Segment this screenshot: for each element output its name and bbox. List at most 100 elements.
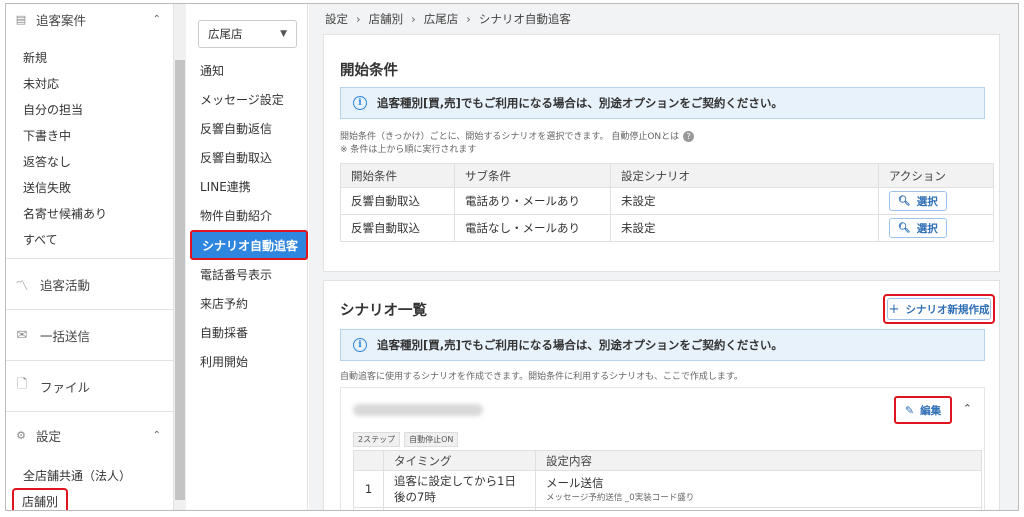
card-title: 開始条件 xyxy=(340,63,398,79)
button-label: 編集 xyxy=(920,404,942,417)
table-header: タイミング 設定内容 xyxy=(353,450,982,471)
cell: 1 xyxy=(353,470,384,508)
nav-item-send-failed[interactable]: 送信失敗 xyxy=(6,174,173,200)
breadcrumb-per-store[interactable]: 店舗別 xyxy=(369,11,404,27)
note: 自動追客に使用するシナリオを作成できます。開始条件に利用するシナリオも、ここで作… xyxy=(340,372,743,382)
nav-item-per-store-wrap[interactable]: 店舗別 xyxy=(6,487,173,510)
chevron-up-icon[interactable]: ⌃ xyxy=(963,402,972,415)
divider xyxy=(6,258,173,259)
submenu-line[interactable]: LINE連携 xyxy=(186,172,307,201)
tag-steps: 2ステップ xyxy=(353,432,401,447)
app-window: ▤ 追客案件 ⌃ 新規 未対応 自分の担当 下書き中 返答なし 送信失敗 名寄せ… xyxy=(5,3,1019,511)
chevron-up-icon[interactable]: ⌃ xyxy=(153,430,161,441)
note: 開始条件（きっかけ）ごとに、開始するシナリオを選択できます。 自動停止ONとは? xyxy=(340,129,695,142)
info-text: 追客種別[買,売]でもご利用になる場合は、別途オプションをご契約ください。 xyxy=(377,96,783,110)
button-label: 選択 xyxy=(916,222,938,235)
submenu-auto-reply[interactable]: 反響自動返信 xyxy=(186,114,307,143)
nav-scrollbar[interactable] xyxy=(174,4,186,510)
plus-icon: + xyxy=(888,301,900,317)
nav-item-merge-candidates[interactable]: 名寄せ候補あり xyxy=(6,200,173,226)
submenu-visit-booking[interactable]: 来店予約 xyxy=(186,289,307,318)
nav-followup-activity[interactable]: 〽 追客活動 xyxy=(6,265,173,303)
store-select[interactable]: 広尾店 ▼ xyxy=(198,20,297,48)
help-icon[interactable]: ? xyxy=(683,131,695,142)
breadcrumb-current: シナリオ自動追客 xyxy=(478,12,571,26)
search-icon: 🔍︎ xyxy=(898,195,911,207)
button-label: 選択 xyxy=(916,195,938,208)
search-icon: 🔍︎ xyxy=(898,222,911,234)
nav-item-all-stores[interactable]: 全店舗共通（法人） xyxy=(6,462,173,488)
cell: 電話あり・メールあり xyxy=(454,187,611,215)
activity-icon: 〽 xyxy=(15,278,29,294)
select-button[interactable]: 🔍︎ 選択 xyxy=(889,191,947,211)
nav-section-followup[interactable]: ▤ 追客案件 ⌃ xyxy=(6,4,173,34)
submenu-scenario-followup[interactable]: シナリオ自動追客 xyxy=(190,230,308,260)
info-icon: i xyxy=(353,96,367,110)
button-label: シナリオ新規作成 xyxy=(905,303,990,316)
submenu-phone-display[interactable]: 電話番号表示 xyxy=(186,260,307,289)
edit-button[interactable]: ✎ 編集 xyxy=(894,396,952,424)
select-button[interactable]: 🔍︎ 選択 xyxy=(889,218,947,238)
table-row: 1 追客に設定してから1日後の7時 メール送信 メッセージ予約送信 _0実装コー… xyxy=(353,470,982,508)
info-icon: i xyxy=(353,338,367,352)
step-detail: メッセージ予約送信 _0実装コード盛り xyxy=(546,493,695,503)
nav-label: 一括送信 xyxy=(40,328,91,344)
store-select-value: 広尾店 xyxy=(208,27,243,41)
column-header xyxy=(353,450,384,471)
submenu-notification[interactable]: 通知 xyxy=(186,56,307,85)
cell: 🔍︎ 選択 xyxy=(878,214,994,242)
chevron-right-icon: › xyxy=(356,12,361,26)
nav-item-all[interactable]: すべて xyxy=(6,226,173,252)
column-header: 設定シナリオ xyxy=(610,163,879,188)
nav-item-draft[interactable]: 下書き中 xyxy=(6,122,173,148)
nav-item-per-store[interactable]: 店舗別 xyxy=(12,487,69,510)
nav-item-mine[interactable]: 自分の担当 xyxy=(6,96,173,122)
nav-item-unhandled[interactable]: 未対応 xyxy=(6,70,173,96)
scenario-tags: 2ステップ 自動停止ON xyxy=(353,432,459,447)
column-header: アクション xyxy=(878,163,994,188)
scrollbar-thumb[interactable] xyxy=(175,60,185,500)
cell: メール送信 メッセージ予約送信 _0実装コード盛り xyxy=(535,470,982,508)
cell: 追客に設定してから1日後の7時 xyxy=(383,470,536,508)
cell: 電話なし・メールあり xyxy=(454,214,611,242)
column-header: 開始条件 xyxy=(340,163,455,188)
settings-submenu: 広尾店 ▼ 通知 メッセージ設定 反響自動返信 反響自動取込 LINE連携 物件… xyxy=(186,4,308,510)
submenu-auto-import[interactable]: 反響自動取込 xyxy=(186,143,307,172)
caret-down-icon: ▼ xyxy=(280,29,287,39)
nav-item-new[interactable]: 新規 xyxy=(6,44,173,70)
chevron-up-icon[interactable]: ⌃ xyxy=(153,14,161,25)
breadcrumb-store[interactable]: 広尾店 xyxy=(424,11,459,27)
column-header: タイミング xyxy=(383,450,536,471)
nav-file[interactable]: 🗋 ファイル xyxy=(6,367,173,405)
nav-section-settings[interactable]: ⚙ 設定 ⌃ xyxy=(6,418,173,452)
submenu-start-use[interactable]: 利用開始 xyxy=(186,347,307,376)
start-conditions-card: 開始条件 i 追客種別[買,売]でもご利用になる場合は、別途オプションをご契約く… xyxy=(323,34,1000,272)
nav-bulk-send[interactable]: ✉ 一括送信 xyxy=(6,316,173,354)
divider xyxy=(6,411,173,412)
info-banner: i 追客種別[買,売]でもご利用になる場合は、別途オプションをご契約ください。 xyxy=(340,329,985,361)
cell xyxy=(535,507,982,510)
cell xyxy=(383,507,536,510)
nav-section-label: 追客案件 xyxy=(36,12,87,28)
table-header: 開始条件 サブ条件 設定シナリオ アクション xyxy=(340,163,994,188)
new-scenario-button[interactable]: + シナリオ新規作成 xyxy=(887,298,991,320)
submenu-message-settings[interactable]: メッセージ設定 xyxy=(186,85,307,114)
nav-item-no-reply[interactable]: 返答なし xyxy=(6,148,173,174)
cell: 反響自動取込 xyxy=(340,187,455,215)
scenario-steps-table: タイミング 設定内容 1 追客に設定してから1日後の7時 メール送信 メッセージ… xyxy=(353,450,982,510)
scenario-name-redacted xyxy=(353,404,483,416)
mail-icon: ✉ xyxy=(16,327,28,343)
submenu-property-intro[interactable]: 物件自動紹介 xyxy=(186,201,307,230)
submenu-auto-numbering[interactable]: 自動採番 xyxy=(186,318,307,347)
column-header: 設定内容 xyxy=(535,450,982,471)
breadcrumb-settings[interactable]: 設定 xyxy=(325,11,348,27)
new-scenario-button-highlight[interactable]: + シナリオ新規作成 xyxy=(883,294,995,324)
left-nav: ▤ 追客案件 ⌃ 新規 未対応 自分の担当 下書き中 返答なし 送信失敗 名寄せ… xyxy=(6,4,174,510)
table-row: 反響自動取込 電話あり・メールあり 未設定 🔍︎ 選択 xyxy=(340,187,994,215)
note: ※ 条件は上から順に実行されます xyxy=(340,145,477,155)
nav-section-label: 設定 xyxy=(36,428,62,444)
note-text: 開始条件（きっかけ）ごとに、開始するシナリオを選択できます。 自動停止ONとは xyxy=(340,132,680,142)
card-title: シナリオ一覧 xyxy=(340,303,427,319)
main-content: 設定 › 店舗別 › 広尾店 › シナリオ自動追客 開始条件 i 追客種別[買,… xyxy=(309,4,1018,510)
breadcrumb: 設定 › 店舗別 › 広尾店 › シナリオ自動追客 xyxy=(309,4,1018,34)
